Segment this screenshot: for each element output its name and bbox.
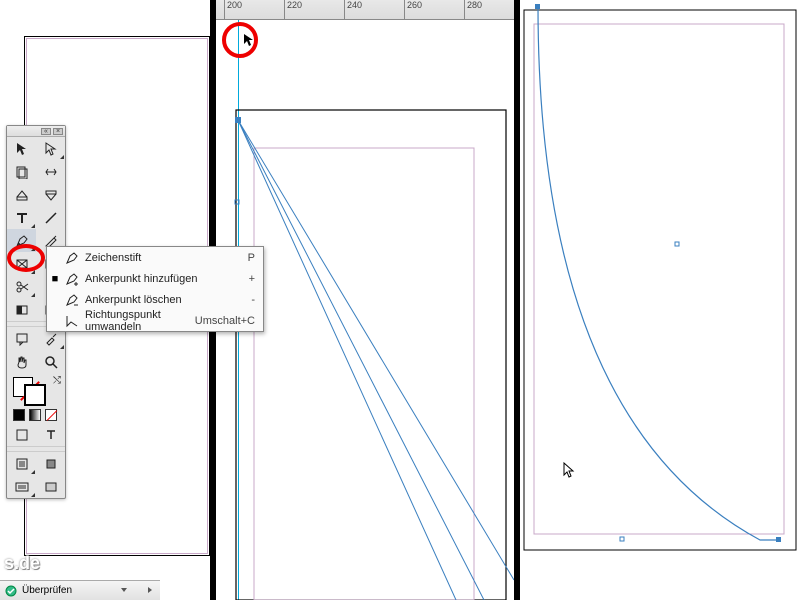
ruler-tick: 280	[464, 0, 482, 19]
pen-icon	[63, 251, 81, 265]
flyout-item-delete-anchor[interactable]: Ankerpunkt löschen -	[47, 289, 263, 310]
note-tool[interactable]	[7, 327, 36, 350]
swap-fill-stroke-icon[interactable]: ⤭	[53, 375, 61, 386]
flyout-shortcut: Umschalt+C	[195, 315, 255, 327]
flyout-label: Ankerpunkt hinzufügen	[85, 273, 245, 285]
formatting-container-icon[interactable]	[7, 423, 36, 446]
flyout-item-convert-point[interactable]: Richtungspunkt umwandeln Umschalt+C	[47, 310, 263, 331]
type-tool[interactable]	[7, 206, 36, 229]
ruler-tick: 240	[344, 0, 362, 19]
rectangle-frame-tool[interactable]	[7, 252, 36, 275]
ruler-tick: 220	[284, 0, 302, 19]
pen-tool-flyout: Zeichenstift P ■ Ankerpunkt hinzufügen +…	[46, 246, 264, 332]
scissors-tool[interactable]	[7, 275, 36, 298]
toolbox-header[interactable]: « ×	[7, 126, 65, 137]
status-dropdown[interactable]	[120, 586, 130, 596]
content-collector-tool[interactable]	[7, 183, 36, 206]
flyout-label: Richtungspunkt umwandeln	[85, 309, 191, 333]
direct-selection-tool[interactable]	[36, 137, 65, 160]
pen-tool[interactable]	[7, 229, 36, 252]
apply-color-solid-icon[interactable]	[13, 409, 25, 421]
toolbox-close-icon[interactable]: ×	[53, 128, 63, 135]
pen-plus-icon	[63, 272, 81, 286]
preview-view-mode[interactable]	[36, 452, 65, 475]
selection-tool[interactable]	[7, 137, 36, 160]
right-artwork	[520, 0, 800, 600]
apply-gradient-icon[interactable]	[29, 409, 41, 421]
flyout-item-add-anchor[interactable]: ■ Ankerpunkt hinzufügen +	[47, 268, 263, 289]
pen-minus-icon	[63, 293, 81, 307]
ruler-tick: 260	[404, 0, 422, 19]
convert-point-icon	[63, 314, 81, 328]
page-tool[interactable]	[7, 160, 36, 183]
watermark-text: s.de	[4, 553, 40, 574]
horizontal-ruler[interactable]: 200 220 240 260 280	[216, 0, 514, 20]
panel-right	[520, 0, 800, 600]
content-placer-tool[interactable]	[36, 183, 65, 206]
fill-stroke-swatch[interactable]: ⤭	[7, 373, 65, 407]
statusbar: Überprüfen	[0, 580, 160, 600]
screen-mode-normal[interactable]	[7, 475, 36, 498]
flyout-item-pen[interactable]: Zeichenstift P	[47, 247, 263, 268]
line-tool[interactable]	[36, 206, 65, 229]
flyout-label: Zeichenstift	[85, 252, 244, 264]
normal-view-mode[interactable]	[7, 452, 36, 475]
screen-mode-secondary[interactable]	[36, 475, 65, 498]
apply-color-row	[7, 407, 65, 423]
zoom-tool[interactable]	[36, 350, 65, 373]
flyout-selected-marker: ■	[51, 273, 59, 285]
status-pager[interactable]	[146, 586, 156, 596]
hand-tool[interactable]	[7, 350, 36, 373]
flyout-shortcut: -	[251, 294, 255, 306]
flyout-shortcut: P	[248, 252, 255, 264]
ruler-tick: 200	[224, 0, 242, 19]
gap-tool[interactable]	[36, 160, 65, 183]
toolbox-collapse-icon[interactable]: «	[41, 128, 51, 135]
flyout-label: Ankerpunkt löschen	[85, 294, 247, 306]
formatting-text-icon[interactable]	[36, 423, 65, 446]
status-label: Überprüfen	[22, 585, 116, 596]
flyout-shortcut: +	[249, 273, 255, 285]
apply-none-icon[interactable]	[45, 409, 57, 421]
gradient-swatch-tool[interactable]	[7, 298, 36, 321]
preflight-icon[interactable]	[4, 584, 18, 598]
